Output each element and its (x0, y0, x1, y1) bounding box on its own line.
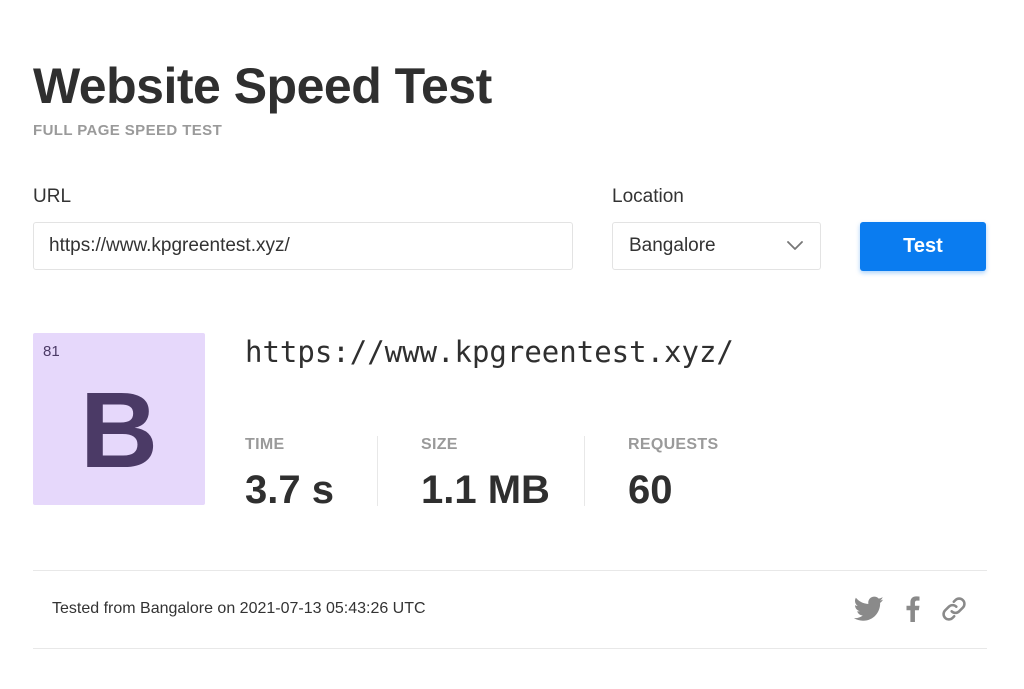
chevron-down-icon (786, 237, 804, 255)
location-select[interactable]: Bangalore (612, 222, 821, 270)
metric-divider (584, 436, 585, 506)
facebook-icon (905, 596, 921, 622)
footer-divider-top (33, 570, 987, 571)
location-select-value: Bangalore (629, 235, 716, 256)
metric-requests-label: REQUESTS (628, 436, 719, 453)
link-icon (940, 595, 968, 623)
test-button[interactable]: Test (860, 222, 986, 271)
copy-link-button[interactable] (939, 594, 969, 624)
facebook-share-link[interactable] (898, 594, 928, 624)
url-input[interactable] (33, 222, 573, 270)
metric-size-label: SIZE (421, 436, 458, 453)
metric-requests-value: 60 (628, 468, 673, 512)
page-subtitle: FULL PAGE SPEED TEST (33, 122, 223, 139)
metric-requests: REQUESTS 60 (628, 436, 718, 512)
result-url: https://www.kpgreentest.xyz/ (245, 335, 734, 369)
footer-divider-bottom (33, 648, 987, 649)
twitter-share-link[interactable] (854, 594, 884, 624)
metric-size: SIZE 1.1 MB (421, 436, 550, 512)
tested-from-text: Tested from Bangalore on 2021-07-13 05:4… (52, 600, 426, 617)
metric-time-value: 3.7 s (245, 468, 334, 512)
url-label: URL (33, 186, 72, 207)
metric-divider (377, 436, 378, 506)
location-label: Location (612, 186, 684, 207)
grade-letter: B (80, 369, 158, 490)
speed-test-page: Website Speed Test FULL PAGE SPEED TEST … (0, 0, 1024, 689)
grade-score: 81 (43, 343, 60, 360)
metric-time: TIME 3.7 s (245, 436, 334, 512)
twitter-icon (854, 596, 884, 622)
grade-badge: 81 B (33, 333, 205, 505)
page-title: Website Speed Test (33, 58, 492, 114)
metric-time-label: TIME (245, 436, 285, 453)
metric-size-value: 1.1 MB (421, 468, 550, 512)
